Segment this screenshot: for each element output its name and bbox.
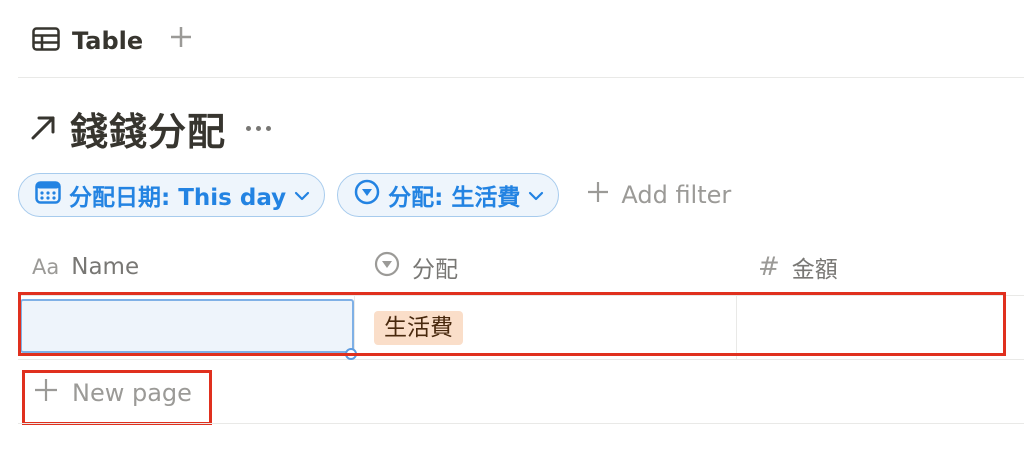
add-filter-label: Add filter: [621, 181, 732, 209]
add-view-button[interactable]: [166, 22, 196, 56]
add-filter-button[interactable]: Add filter: [581, 173, 737, 217]
new-page-label: New page: [72, 379, 192, 407]
cell-allocation[interactable]: 生活費: [374, 311, 463, 345]
filter-chip-date-label: 分配日期: This day: [69, 185, 287, 211]
table-bottom-divider: [18, 423, 1024, 424]
database-title-row: 錢錢分配: [28, 98, 275, 158]
select-icon: [354, 179, 380, 211]
filter-chip-allocation[interactable]: 分配: 生活費: [337, 173, 560, 217]
plus-icon: [587, 181, 609, 209]
text-property-icon: Aa: [32, 254, 60, 279]
column-header-name[interactable]: Aa Name: [32, 238, 139, 295]
link-arrow-icon[interactable]: [28, 113, 58, 143]
select-icon: [374, 251, 400, 283]
more-horizontal-icon[interactable]: [242, 113, 275, 143]
column-header-amount[interactable]: # 金額: [758, 238, 838, 295]
calendar-icon: [35, 180, 61, 210]
filter-bar: 分配日期: This day 分配: 生活費 Add filter: [18, 173, 737, 217]
column-header-name-label: Name: [71, 253, 140, 280]
column-header-allocation[interactable]: 分配: [374, 238, 458, 295]
filter-chip-allocation-label: 分配: 生活費: [388, 185, 521, 211]
chevron-down-icon: [294, 182, 310, 208]
allocation-tag: 生活費: [374, 311, 463, 345]
column-header-allocation-label: 分配: [412, 256, 458, 283]
table-header: Aa Name 分配 # 金額: [18, 238, 1024, 296]
table-row: 生活費: [18, 296, 1024, 360]
cell-name-input[interactable]: [20, 299, 354, 353]
plus-icon: [170, 26, 192, 52]
new-page-button[interactable]: New page: [34, 374, 192, 412]
column-header-amount-label: 金額: [791, 256, 838, 283]
view-tabs-bar: Table: [18, 0, 1024, 78]
tab-table[interactable]: Table: [32, 24, 143, 58]
filter-chip-date[interactable]: 分配日期: This day: [18, 173, 326, 217]
cell-amount[interactable]: [736, 296, 1024, 359]
database-title[interactable]: 錢錢分配: [70, 101, 226, 156]
table-icon: [32, 27, 60, 55]
number-property-icon: #: [758, 251, 780, 282]
tab-table-label: Table: [72, 27, 144, 55]
chevron-down-icon: [528, 182, 544, 208]
cell-resize-handle[interactable]: [345, 348, 357, 360]
plus-icon: [34, 378, 58, 408]
